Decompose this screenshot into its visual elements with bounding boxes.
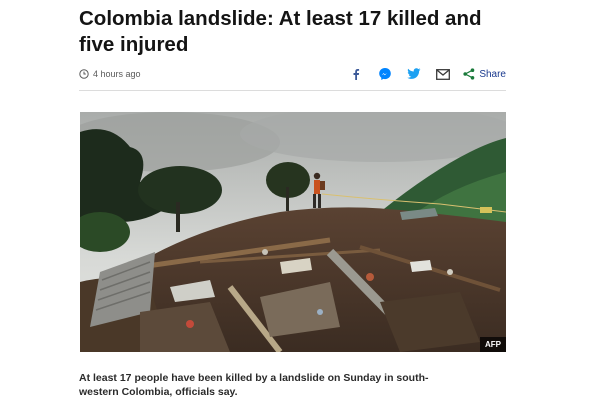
- photo-credit: AFP: [480, 337, 506, 352]
- twitter-icon[interactable]: [406, 66, 422, 82]
- article-headline: Colombia landslide: At least 17 killed a…: [79, 7, 482, 56]
- share-button[interactable]: Share: [463, 68, 506, 80]
- photo-caption: At least 17 people have been killed by a…: [79, 372, 429, 398]
- divider: [79, 90, 506, 91]
- clock-icon: [79, 69, 89, 79]
- share-label: Share: [479, 68, 506, 80]
- email-icon[interactable]: [435, 66, 451, 82]
- article-photo[interactable]: AFP: [80, 112, 506, 352]
- article-meta: 4 hours ago Share: [79, 64, 506, 84]
- share-icon: [463, 68, 475, 80]
- timestamp: 4 hours ago: [79, 69, 141, 79]
- landslide-photo: [80, 112, 506, 352]
- share-tools: Share: [335, 66, 506, 82]
- facebook-icon[interactable]: [348, 66, 364, 82]
- timestamp-text: 4 hours ago: [93, 69, 141, 79]
- messenger-icon[interactable]: [377, 66, 393, 82]
